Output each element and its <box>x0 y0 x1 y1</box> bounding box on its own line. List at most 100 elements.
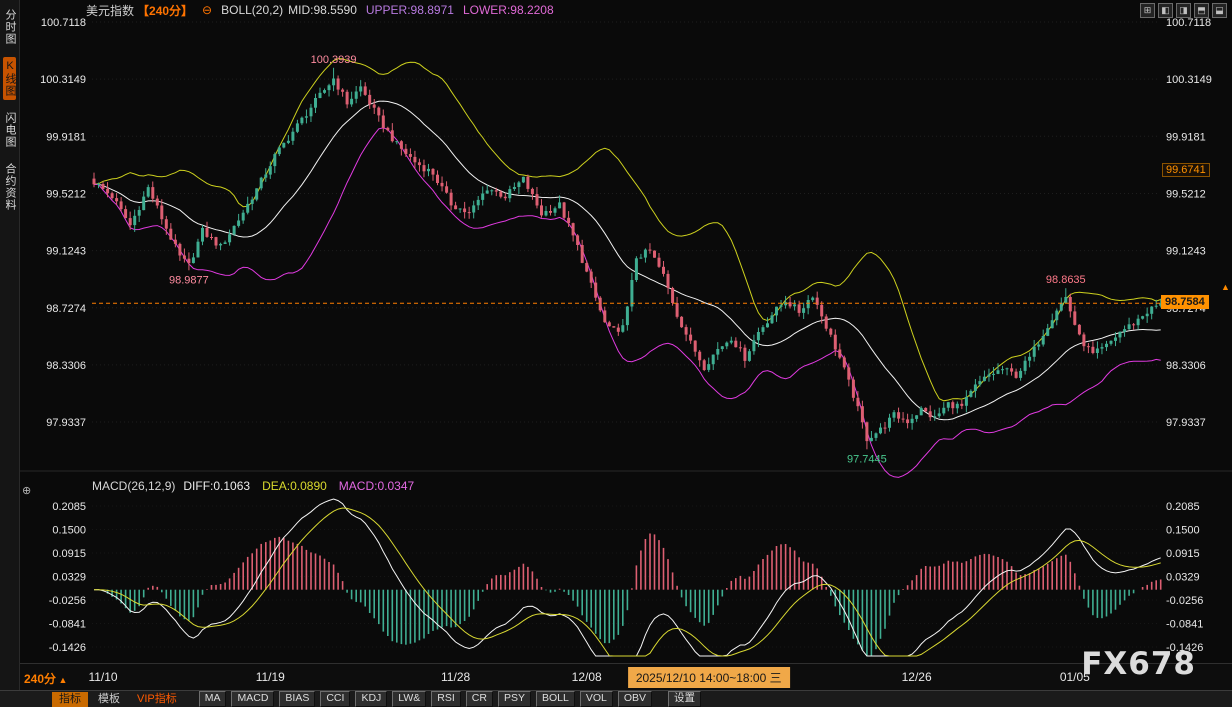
candle-body <box>1137 319 1140 326</box>
boll-upper-value: UPPER:98.8971 <box>366 3 454 17</box>
candle-body <box>694 341 697 352</box>
candle-body <box>707 364 710 370</box>
candle-body <box>142 197 145 211</box>
candle-body <box>165 219 168 229</box>
candle-body <box>703 360 706 370</box>
candle-body <box>1010 368 1013 371</box>
candle-body <box>635 258 638 280</box>
candle-body <box>156 199 159 206</box>
layout-bottom-icon[interactable]: ⬓ <box>1212 3 1227 18</box>
candle-body <box>517 182 520 187</box>
price-and-macd-chart[interactable]: 100.7118100.7118100.3149100.314999.91819… <box>0 0 1232 663</box>
collapse-icon[interactable]: ⊖ <box>202 3 212 17</box>
candle-body <box>477 200 480 205</box>
candle-body <box>404 149 407 154</box>
period-selector[interactable]: 240分 ▲ <box>24 670 67 687</box>
candle-body <box>441 183 444 186</box>
macd-axis-label: 0.0329 <box>52 572 86 584</box>
candle-body <box>1078 325 1081 335</box>
macd-title: MACD(26,12,9) <box>92 479 175 493</box>
layout-right-icon[interactable]: ◨ <box>1176 3 1191 18</box>
candle-body <box>504 197 507 199</box>
indicator-button-kdj[interactable]: KDJ <box>355 691 387 707</box>
candle-body <box>947 402 950 408</box>
candle-body <box>608 322 611 326</box>
candle-body <box>1128 324 1131 329</box>
candle-body <box>296 123 299 131</box>
indicator-button-bias[interactable]: BIAS <box>279 691 315 707</box>
candle-body <box>585 263 588 272</box>
indicator-button-rsi[interactable]: RSI <box>431 691 461 707</box>
sidebar-item-tab[interactable]: 合约资料 <box>3 160 16 214</box>
candle-body <box>201 228 204 242</box>
indicator-button-obv[interactable]: OBV <box>618 691 652 707</box>
indicator-button-cr[interactable]: CR <box>466 691 493 707</box>
candle-body <box>1069 297 1072 311</box>
candle-body <box>852 380 855 398</box>
candle-body <box>1001 369 1004 370</box>
gridlines: 100.7118100.7118100.3149100.314999.91819… <box>40 17 1212 654</box>
price-axis-label: 100.7118 <box>1166 17 1211 29</box>
candle-body <box>879 428 882 434</box>
period-label[interactable]: 【240分】 <box>137 2 193 19</box>
candle-body <box>536 194 539 205</box>
candle-body <box>549 211 552 213</box>
chevron-up-icon: ▲ <box>56 675 67 685</box>
indicator-button-ma[interactable]: MA <box>199 691 227 707</box>
candle-body <box>147 187 150 197</box>
toolbar-tab[interactable]: VIP指标 <box>130 692 184 707</box>
x-axis-label: 12/08 <box>572 670 602 684</box>
candle-body <box>1046 328 1049 336</box>
candle-body <box>748 351 751 361</box>
candle-body <box>287 141 290 143</box>
chart-app: 分时图K线图闪电图合约资料 美元指数 【240分】 ⊖ BOLL(20,2) M… <box>0 0 1232 707</box>
candle-body <box>138 210 141 216</box>
candle-body <box>102 184 105 189</box>
candle-body <box>210 237 213 238</box>
candle-body <box>775 307 778 316</box>
candle-body <box>197 242 200 258</box>
sidebar-item-tab[interactable]: 分时图 <box>3 6 16 48</box>
candle-body <box>233 226 236 234</box>
sidebar-item-tab[interactable]: 闪电图 <box>3 109 16 151</box>
price-annotation: 100.3939 <box>311 54 357 66</box>
boll-mid-line <box>94 101 1161 420</box>
candle-body <box>332 79 335 86</box>
indicator-button-macd[interactable]: MACD <box>231 691 274 707</box>
indicator-button-lw[interactable]: LW& <box>392 691 426 707</box>
candle-body <box>563 202 566 217</box>
layout-left-icon[interactable]: ◧ <box>1158 3 1173 18</box>
price-axis-label: 100.3149 <box>1166 74 1212 86</box>
toolbar-tab[interactable]: 模板 <box>91 692 127 707</box>
indicator-button-cci[interactable]: CCI <box>320 691 350 707</box>
settings-button[interactable]: 设置 <box>668 691 701 707</box>
candle-body <box>1087 346 1090 347</box>
candle-body <box>237 221 240 226</box>
candle-body <box>151 187 154 199</box>
macd-axis-label: 0.0915 <box>1166 548 1200 560</box>
candle-body <box>757 332 760 340</box>
layout-top-icon[interactable]: ⬒ <box>1194 3 1209 18</box>
price-axis-label: 99.5212 <box>46 188 86 200</box>
candle-body <box>314 98 317 108</box>
indicator-settings-icon[interactable]: ⊕ <box>22 484 31 497</box>
candle-body <box>246 204 249 213</box>
candle-body <box>481 194 484 200</box>
macd-axis-label: -0.0256 <box>49 595 86 607</box>
macd-axis-label: 0.0329 <box>1166 572 1200 584</box>
candle-body <box>499 192 502 197</box>
layout-grid-icon[interactable]: ⊞ <box>1140 3 1155 18</box>
candle-body <box>1028 357 1031 361</box>
sidebar-item-active[interactable]: K线图 <box>3 57 16 100</box>
indicator-button-psy[interactable]: PSY <box>498 691 531 707</box>
price-axis-label: 98.3306 <box>46 360 86 372</box>
time-axis: 240分 ▲ 2025/12/10 14:00~18:00 三 11/1011/… <box>0 663 1232 690</box>
candle-body <box>884 428 887 429</box>
candle-body <box>658 258 661 267</box>
candle-body <box>359 86 362 91</box>
candle-body <box>861 406 864 422</box>
indicator-button-boll[interactable]: BOLL <box>536 691 575 707</box>
toolbar-tab[interactable]: 指标 <box>52 692 88 707</box>
candle-body <box>305 116 308 117</box>
indicator-button-vol[interactable]: VOL <box>580 691 613 707</box>
